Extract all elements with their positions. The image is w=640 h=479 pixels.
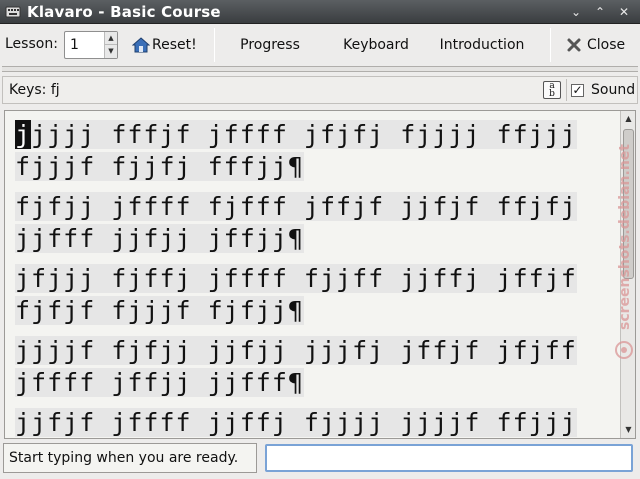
exercise-line-text: jjfff jjfjj jffjj¶ [15, 224, 304, 253]
exercise-paragraph: jjjjf fjfjj jjfjj jjjfj jffjf jfjff jfff… [15, 335, 615, 399]
exercise-lines: jjjjj fffjf jffff jfjfj fjjjj ffjjj fjjj… [15, 119, 615, 438]
typing-cursor: j [15, 120, 32, 149]
exercise-line: jjjjj fffjf jffff jfjfj fjjjj ffjjj [15, 119, 615, 151]
toolbar: Lesson: 1 ▲ ▼ Reset! Progress Keyboard I… [0, 24, 640, 66]
pane-separator[interactable] [2, 66, 638, 72]
watermark: screenshots.debian.net [615, 144, 633, 359]
keys-bar: Keys: fj ab ✓ Sound [2, 76, 638, 104]
sound-label[interactable]: Sound [591, 82, 635, 98]
window-title: Klavaro - Basic Course [27, 3, 221, 21]
status-message: Start typing when you are ready. [9, 450, 239, 466]
exercise-line: jfjjj fjffj jffff fjjff jjffj jffjf [15, 263, 615, 295]
exercise-line: jjfjf jffff jjffj fjjjj jjjjf ffjjj [15, 407, 615, 438]
scroll-down-icon[interactable]: ▼ [621, 423, 635, 437]
progress-button[interactable]: Progress [228, 31, 312, 59]
exercise-line-text: jffff jffjj jjfff¶ [15, 368, 304, 397]
close-button[interactable]: Close [562, 31, 632, 59]
reset-button[interactable]: Reset! [130, 31, 206, 59]
app-icon [5, 6, 21, 18]
exercise-line: fjfjf fjjjf fjfjj¶ [15, 295, 615, 327]
exercise-line-text: jfjjj fjffj jffff fjjff jjffj jffjf [15, 264, 577, 293]
exercise-line-text: fjjjf fjjfj fffjj¶ [15, 152, 304, 181]
exercise-paragraph: fjfjj jffff fjfff jffjf jjfjf ffjfj jjff… [15, 191, 615, 255]
close-label: Close [587, 37, 626, 53]
exercise-line-text: jjjj fffjf jffff jfjfj fjjjj ffjjj [31, 120, 577, 149]
lesson-spinner[interactable]: 1 ▲ ▼ [64, 31, 118, 59]
lesson-label: Lesson: [5, 36, 58, 52]
watermark-text: screenshots.debian.net [617, 144, 633, 330]
exercise-line-text: jjfjf jffff jjffj fjjjj jjjjf ffjjj [15, 408, 577, 437]
keys-label: Keys: fj [9, 82, 60, 98]
introduction-button[interactable]: Introduction [432, 31, 532, 59]
exercise-line-text: jjjjf fjfjj jjfjj jjjfj jffjf jfjff [15, 336, 577, 365]
exercise-line: jffff jffjj jjfff¶ [15, 367, 615, 399]
keys-bar-separator [566, 79, 567, 101]
exercise-text-view[interactable]: jjjjj fffjf jffff jfjfj fjjjj ffjjj fjjj… [4, 110, 636, 439]
exercise-line-text: fjfjf fjjjf fjfjj¶ [15, 296, 304, 325]
lesson-spinner-buttons: ▲ ▼ [104, 32, 117, 58]
keyboard-button[interactable]: Keyboard [334, 31, 418, 59]
exercise-paragraph: jjjjj fffjf jffff jfjfj fjjjj ffjjj fjjj… [15, 119, 615, 183]
spin-up-icon[interactable]: ▲ [105, 32, 117, 45]
toolbar-separator [214, 28, 215, 62]
home-icon [132, 37, 150, 53]
exercise-paragraph: jjfjf jffff jjffj fjjjj jjjjf ffjjj [15, 407, 615, 438]
reset-label: Reset! [152, 37, 197, 53]
maximize-window-icon[interactable]: ⌃ [592, 4, 608, 20]
exercise-line: jjfff jjfjj jffjj¶ [15, 223, 615, 255]
close-window-icon[interactable]: ✕ [616, 4, 632, 20]
font-size-icon[interactable]: ab [543, 81, 561, 99]
title-bar: Klavaro - Basic Course ⌄ ⌃ ✕ [0, 0, 640, 24]
exercise-paragraph: jfjjj fjffj jffff fjjff jjffj jffjf fjfj… [15, 263, 615, 327]
lesson-value[interactable]: 1 [70, 37, 79, 53]
exercise-line: fjjjf fjjfj fffjj¶ [15, 151, 615, 183]
exercise-line-text: fjfjj jffff fjfff jffjf jjfjf ffjfj [15, 192, 577, 221]
collapse-window-icon[interactable]: ⌄ [568, 4, 584, 20]
sound-checkbox[interactable]: ✓ [571, 84, 584, 97]
toolbar-separator [550, 28, 551, 62]
status-message-box: Start typing when you are ready. [3, 443, 257, 473]
exercise-line: fjfjj jffff fjfff jffjf jjfjf ffjfj [15, 191, 615, 223]
exercise-line: jjjjf fjfjj jjfjj jjjfj jffjf jfjff [15, 335, 615, 367]
typing-entry[interactable] [265, 444, 633, 472]
close-icon [567, 38, 581, 52]
spin-down-icon[interactable]: ▼ [105, 45, 117, 58]
